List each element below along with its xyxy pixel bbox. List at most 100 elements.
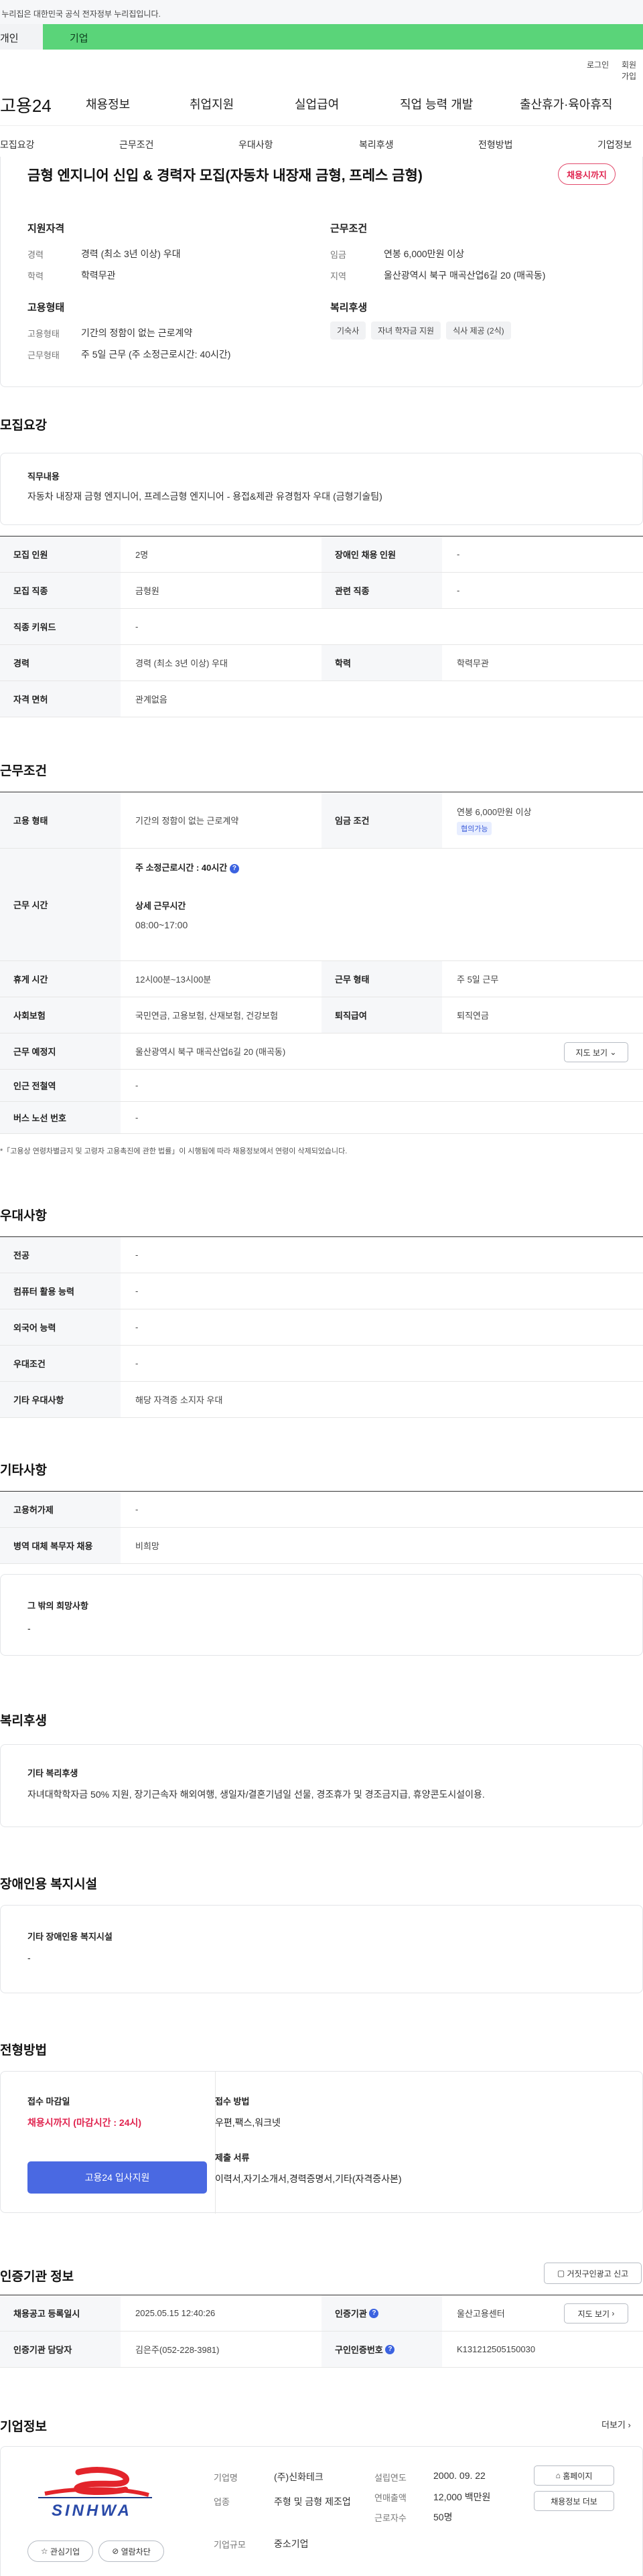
tab-personal[interactable]: 개인 [0, 24, 43, 50]
td-job-type: 금형원 [135, 586, 159, 596]
status-badge: 채용시까지 [558, 163, 616, 185]
subnav-preferences[interactable]: 우대사항 [238, 138, 273, 151]
company-section-title: 기업정보 [0, 2420, 47, 2434]
disability-value: - [27, 1952, 31, 1963]
emp-type-label: 고용형태 [27, 329, 60, 339]
table-row: 직종 키워드 - [0, 609, 643, 645]
th-major: 전공 [0, 1237, 121, 1273]
th-retirement: 퇴직급여 [322, 997, 442, 1033]
qual-career-label: 경력 [27, 250, 44, 260]
th-military: 병역 대체 복무자 채용 [0, 1528, 121, 1563]
company-est: 2000. 09. 22 [433, 2470, 486, 2481]
duty-text: 자동차 내장재 금형 엔지니어, 프레스금형 엔지니어 - 용접&제관 유경험자… [27, 491, 382, 502]
td-retirement: 퇴직연금 [457, 1011, 489, 1021]
th-workplace: 근무 예정지 [0, 1033, 121, 1069]
th-recruit-count: 모집 인원 [0, 536, 121, 572]
signup-link[interactable]: 회원가입 [622, 59, 643, 82]
cond-wage-label: 임금 [330, 250, 346, 260]
hours-detail: 08:00~17:00 [135, 920, 188, 930]
td-education: 학력무관 [457, 658, 489, 668]
negotiable-badge: 협의가능 [457, 822, 492, 835]
company-name-label: 기업명 [214, 2473, 238, 2483]
site-logo[interactable]: 고용24 [0, 92, 52, 117]
th-rest: 휴게 시간 [0, 961, 121, 997]
td-major: - [135, 1250, 139, 1260]
homepage-button[interactable]: ⌂ 홈페이지 [534, 2465, 614, 2486]
company-est-label: 설립연도 [374, 2473, 407, 2483]
home-icon: ⌂ [555, 2471, 561, 2480]
table-row: 경력 경력 (최소 3년 이상) 우대 학력 학력무관 [0, 645, 643, 681]
chevron-right-icon: › [612, 2309, 615, 2318]
subnav-conditions[interactable]: 근무조건 [119, 138, 154, 151]
job-summary-card: 금형 엔지니어 신입 & 경력자 모집(자동차 내장재 금형, 프레스 금형) … [0, 157, 643, 387]
table-row: 자격 면허 관계없음 [0, 681, 643, 717]
login-link[interactable]: 로그인 [587, 59, 609, 70]
welfare-chips: 기숙사 자녀 학자금 지원 식사 제공 (2식) [330, 321, 516, 340]
table-row: 고용허가제 - [0, 1492, 643, 1528]
gnb-parental-leave[interactable]: 출산휴가·육아휴직 [520, 95, 612, 113]
th-language: 외국어 능력 [0, 1309, 121, 1345]
th-job-type: 모집 직종 [0, 573, 121, 608]
section-nav: 모집요강 근무조건 우대사항 복리후생 전형방법 기업정보 [0, 131, 643, 158]
company-name: (주)신화테크 [274, 2472, 324, 2482]
emp-shift-value: 주 5일 근무 (주 소정근로시간: 40시간) [81, 349, 231, 360]
etc-table: 고용허가제 - 병역 대체 복무자 채용 비희망 [0, 1491, 643, 1564]
map-button[interactable]: 지도 보기 ⌄ [564, 1042, 628, 1062]
agency-map-button[interactable]: 지도 보기 › [564, 2303, 628, 2323]
company-more-link[interactable]: 더보기 › [601, 2418, 631, 2431]
td-military: 비희망 [135, 1541, 159, 1551]
subnav-selection[interactable]: 전형방법 [478, 138, 513, 151]
favorite-company-button[interactable]: ☆ 관심기업 [27, 2541, 93, 2562]
table-row: 병역 대체 복무자 채용 비희망 [0, 1528, 643, 1564]
report-fake-ad-button[interactable]: ▢ 거짓구인광고 신고 [544, 2263, 642, 2284]
disability-section-title: 장애인용 복지시설 [0, 1877, 98, 1891]
disability-heading: 기타 장애인용 복지시설 [27, 1932, 113, 1942]
td-related-type: - [457, 585, 460, 595]
company-jobs-button[interactable]: 채용정보 더보 [534, 2491, 614, 2511]
td-emp-type: 기간의 정함이 없는 근로계약 [135, 816, 239, 826]
deadline-heading: 접수 마감일 [27, 2096, 70, 2106]
qual-edu-label: 학력 [27, 271, 44, 281]
td-pref-cond: - [135, 1358, 139, 1368]
th-disabled-count: 장애인 채용 인원 [322, 536, 442, 572]
subnav-recruit[interactable]: 모집요강 [0, 138, 35, 151]
chevron-right-icon: › [628, 2420, 631, 2430]
job-title: 금형 엔지니어 신입 & 경력자 모집(자동차 내장재 금형, 프레스 금형) [27, 168, 423, 184]
table-row: 사회보험 국민연금, 고용보험, 산재보험, 건강보험 퇴직급여 퇴직연금 [0, 997, 643, 1033]
th-computer: 컴퓨터 활용 능력 [0, 1273, 121, 1309]
block-view-button[interactable]: ⊘ 열람차단 [98, 2541, 164, 2562]
block-icon: ⊘ [112, 2547, 119, 2556]
subnav-welfare[interactable]: 복리후생 [359, 138, 394, 151]
etc-wish-box: 그 밖의 희망사항 - [0, 1574, 643, 1656]
th-keyword: 직종 키워드 [0, 609, 121, 644]
apply-button[interactable]: 고용24 입사지원 [27, 2161, 207, 2194]
gnb-unemployment-benefit[interactable]: 실업급여 [295, 95, 339, 113]
td-wage: 연봉 6,000만원 이상 협의가능 [442, 792, 643, 848]
td-computer: - [135, 1286, 139, 1296]
employment-heading: 고용형태 [27, 302, 65, 313]
table-row: 인근 전철역 - [0, 1070, 643, 1102]
gnb-employment-support[interactable]: 취업지원 [190, 95, 234, 113]
qual-edu-value: 학력무관 [81, 270, 116, 281]
docs-value: 이력서,자기소개서,경력증명서,기타(자격증사본) [215, 2173, 402, 2184]
company-size: 중소기업 [274, 2538, 309, 2549]
benefit-box: 기타 복리후생 자녀대학학자금 50% 지원, 장기근속자 해외여행, 생일자/… [0, 1744, 643, 1827]
cond-region-value: 울산광역시 북구 매곡산업6길 20 (매곡동) [384, 270, 546, 281]
table-row: 근무 예정지 울산광역시 북구 매곡산업6길 20 (매곡동) 지도 보기 ⌄ [0, 1033, 643, 1070]
th-permit: 고용허가제 [0, 1492, 121, 1527]
gov-banner-text: 이 누리집은 대한민국 공식 전자정부 누리집입니다. [0, 9, 161, 19]
gnb-vocational-training[interactable]: 직업 능력 개발 [400, 95, 473, 113]
th-insurance: 사회보험 [0, 997, 121, 1033]
pref-table: 전공 - 컴퓨터 활용 능력 - 외국어 능력 - 우대조건 - 기타 우대사항… [0, 1236, 643, 1418]
gnb-job-info[interactable]: 채용정보 [86, 95, 130, 113]
help-icon[interactable]: ? [369, 2308, 379, 2318]
th-bus: 버스 노선 번호 [0, 1102, 121, 1133]
tab-company[interactable]: 기업 [43, 24, 643, 50]
help-icon[interactable]: ? [229, 863, 239, 873]
company-emp: 50명 [433, 2512, 453, 2522]
subnav-company[interactable]: 기업정보 [597, 138, 632, 151]
welfare-chip: 기숙사 [330, 321, 366, 340]
th-wage: 임금 조건 [322, 792, 442, 848]
help-icon[interactable]: ? [385, 2344, 395, 2354]
td-agency-contact: 김은주(052-228-3981) [135, 2345, 220, 2355]
